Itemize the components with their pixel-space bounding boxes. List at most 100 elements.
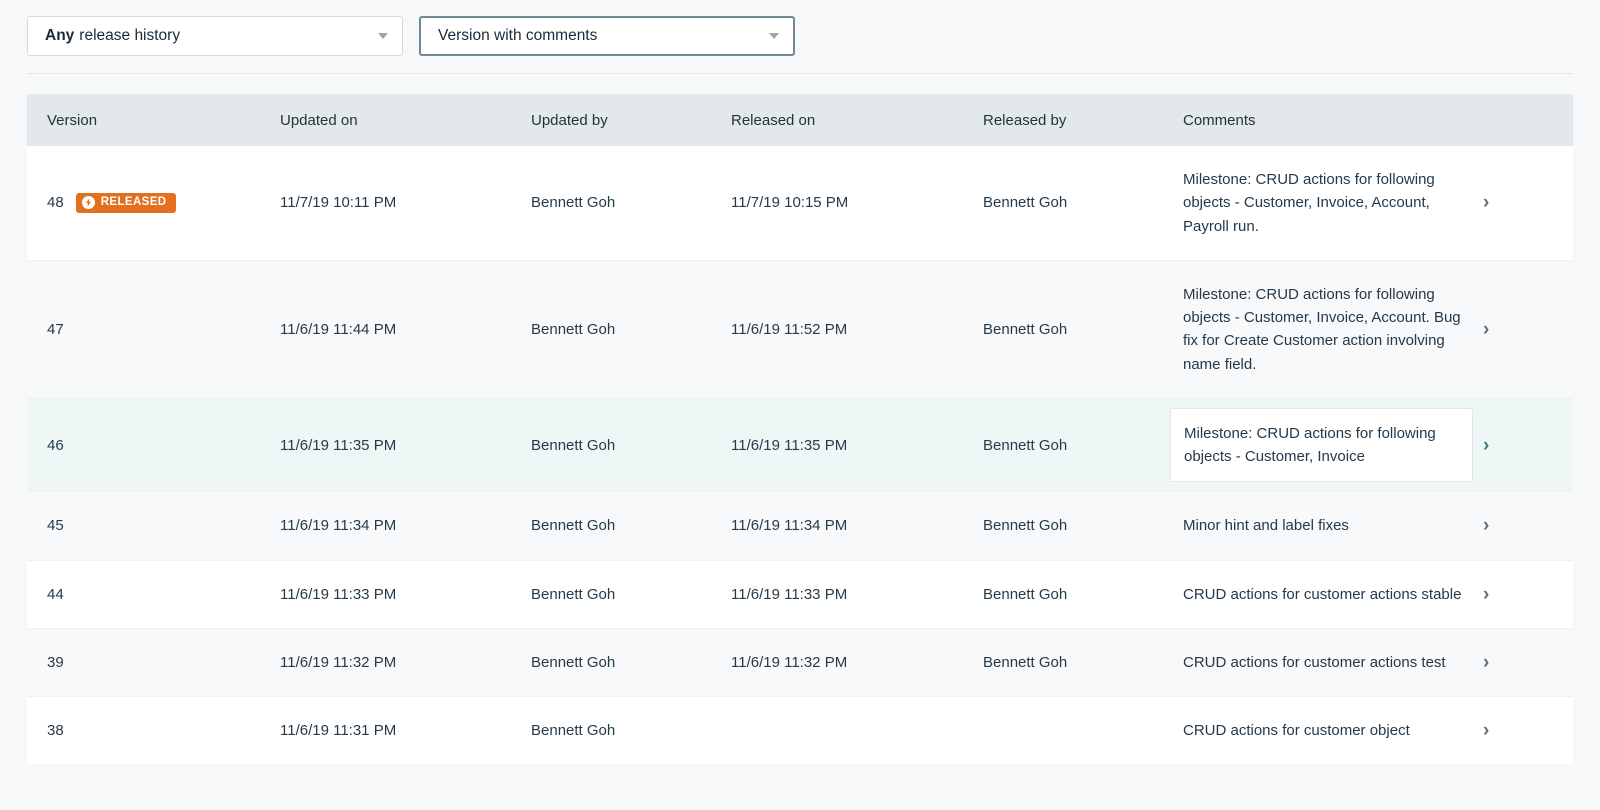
cell-released-on: 11/6/19 11:34 PM	[731, 492, 983, 560]
filter-bar: Any release history Version with comment…	[0, 0, 1600, 74]
cell-comments: Milestone: CRUD actions for following ob…	[1183, 171, 1435, 235]
chevron-right-icon[interactable]: ›	[1483, 436, 1489, 455]
version-table: Version Updated on Updated by Released o…	[27, 94, 1573, 764]
cell-released-by: Bennett Goh	[983, 398, 1183, 492]
cell-comments-wrap: CRUD actions for customer object	[1183, 697, 1483, 765]
cell-actions: ›	[1483, 146, 1573, 260]
cell-updated-by: Bennett Goh	[531, 560, 731, 628]
cell-version-wrap: 45	[27, 492, 280, 560]
chevron-right-icon[interactable]: ›	[1483, 193, 1489, 212]
cell-updated-on: 11/6/19 11:32 PM	[280, 628, 531, 696]
release-history-filter-strong: Any	[45, 27, 74, 45]
cell-comments: Minor hint and label fixes	[1183, 517, 1349, 534]
table-row[interactable]: 4611/6/19 11:35 PMBennett Goh11/6/19 11:…	[27, 398, 1573, 492]
cell-comments: Milestone: CRUD actions for following ob…	[1184, 425, 1436, 465]
cell-version: 39	[47, 654, 64, 671]
cell-updated-by: Bennett Goh	[531, 492, 731, 560]
cell-comments-wrap: Milestone: CRUD actions for following ob…	[1183, 398, 1483, 492]
release-history-filter-label: release history	[79, 27, 180, 45]
cell-comments-wrap: CRUD actions for customer actions stable	[1183, 560, 1483, 628]
release-history-filter[interactable]: Any release history	[27, 16, 403, 56]
cell-updated-on: 11/6/19 11:31 PM	[280, 697, 531, 765]
cell-actions: ›	[1483, 560, 1573, 628]
chevron-right-icon[interactable]: ›	[1483, 320, 1489, 339]
cell-version-wrap: 48RELEASED	[27, 146, 280, 260]
table-row[interactable]: 38 11/6/19 11:31 PMBennett Goh CRUD action…	[27, 697, 1573, 765]
table-header: Version Updated on Updated by Released o…	[27, 94, 1573, 146]
cell-released-by: Bennett Goh	[983, 628, 1183, 696]
cell-updated-on: 11/6/19 11:35 PM	[280, 398, 531, 492]
cell-released-by: Bennett Goh	[983, 260, 1183, 398]
cell-version: 45	[47, 517, 64, 534]
column-header-actions	[1483, 94, 1573, 146]
cell-version: 38	[47, 722, 64, 739]
cell-updated-on: 11/7/19 10:11 PM	[280, 146, 531, 260]
cell-released-on: 11/6/19 11:33 PM	[731, 560, 983, 628]
status-badge-label: RELEASED	[101, 197, 167, 209]
cell-updated-on: 11/6/19 11:34 PM	[280, 492, 531, 560]
cell-released-on: 11/6/19 11:32 PM	[731, 628, 983, 696]
column-header-version[interactable]: Version	[27, 94, 280, 146]
column-header-updated-on[interactable]: Updated on	[280, 94, 531, 146]
cell-updated-by: Bennett Goh	[531, 260, 731, 398]
cell-version-wrap: 44	[27, 560, 280, 628]
cell-released-by: Bennett Goh	[983, 146, 1183, 260]
table-row[interactable]: 4511/6/19 11:34 PMBennett Goh11/6/19 11:…	[27, 492, 1573, 560]
table-header-row: Version Updated on Updated by Released o…	[27, 94, 1573, 146]
cell-actions: ›	[1483, 492, 1573, 560]
version-history-table: Version Updated on Updated by Released o…	[27, 94, 1573, 764]
cell-updated-by: Bennett Goh	[531, 398, 731, 492]
column-header-updated-by[interactable]: Updated by	[531, 94, 731, 146]
chevron-down-icon	[378, 33, 388, 39]
cell-updated-by: Bennett Goh	[531, 146, 731, 260]
cell-actions: ›	[1483, 628, 1573, 696]
cell-comments-wrap: CRUD actions for customer actions test	[1183, 628, 1483, 696]
cell-released-by	[983, 697, 1183, 765]
cell-released-by: Bennett Goh	[983, 560, 1183, 628]
cell-comments: CRUD actions for customer object	[1183, 722, 1410, 739]
chevron-down-icon	[769, 33, 779, 39]
cell-version: 44	[47, 586, 64, 603]
cell-version-wrap: 38	[27, 697, 280, 765]
chevron-right-icon[interactable]: ›	[1483, 721, 1489, 740]
cell-version: 47	[47, 321, 64, 338]
cell-actions: ›	[1483, 697, 1573, 765]
table-row[interactable]: 4711/6/19 11:44 PMBennett Goh11/6/19 11:…	[27, 260, 1573, 398]
cell-updated-by: Bennett Goh	[531, 697, 731, 765]
chevron-right-icon[interactable]: ›	[1483, 516, 1489, 535]
version-comments-filter-label: Version with comments	[438, 27, 597, 45]
cell-updated-on: 11/6/19 11:44 PM	[280, 260, 531, 398]
cell-comments: CRUD actions for customer actions stable	[1183, 586, 1461, 603]
cell-comments: Milestone: CRUD actions for following ob…	[1183, 286, 1461, 373]
cell-released-on: 11/7/19 10:15 PM	[731, 146, 983, 260]
table-body: 48RELEASED11/7/19 10:11 PMBennett Goh11/…	[27, 146, 1573, 764]
cell-version-wrap: 46	[27, 398, 280, 492]
comment-highlight-box[interactable]: Milestone: CRUD actions for following ob…	[1170, 408, 1473, 483]
chevron-right-icon[interactable]: ›	[1483, 585, 1489, 604]
cell-comments-wrap: Minor hint and label fixes	[1183, 492, 1483, 560]
cell-version: 46	[47, 437, 64, 454]
cell-updated-on: 11/6/19 11:33 PM	[280, 560, 531, 628]
chevron-right-icon[interactable]: ›	[1483, 653, 1489, 672]
column-header-comments[interactable]: Comments	[1183, 94, 1483, 146]
table-row[interactable]: 4411/6/19 11:33 PMBennett Goh11/6/19 11:…	[27, 560, 1573, 628]
cell-released-on	[731, 697, 983, 765]
lightning-bolt-icon	[82, 196, 95, 209]
table-row[interactable]: 3911/6/19 11:32 PMBennett Goh11/6/19 11:…	[27, 628, 1573, 696]
cell-updated-by: Bennett Goh	[531, 628, 731, 696]
cell-comments: CRUD actions for customer actions test	[1183, 654, 1446, 671]
cell-comments-wrap: Milestone: CRUD actions for following ob…	[1183, 146, 1483, 260]
cell-released-on: 11/6/19 11:52 PM	[731, 260, 983, 398]
version-comments-filter[interactable]: Version with comments	[419, 16, 795, 56]
table-row[interactable]: 48RELEASED11/7/19 10:11 PMBennett Goh11/…	[27, 146, 1573, 260]
column-header-released-on[interactable]: Released on	[731, 94, 983, 146]
cell-actions: ›	[1483, 398, 1573, 492]
column-header-released-by[interactable]: Released by	[983, 94, 1183, 146]
cell-comments-wrap: Milestone: CRUD actions for following ob…	[1183, 260, 1483, 398]
cell-version-wrap: 47	[27, 260, 280, 398]
cell-released-by: Bennett Goh	[983, 492, 1183, 560]
cell-released-on: 11/6/19 11:35 PM	[731, 398, 983, 492]
cell-actions: ›	[1483, 260, 1573, 398]
status-badge: RELEASED	[76, 193, 176, 213]
cell-version-wrap: 39	[27, 628, 280, 696]
